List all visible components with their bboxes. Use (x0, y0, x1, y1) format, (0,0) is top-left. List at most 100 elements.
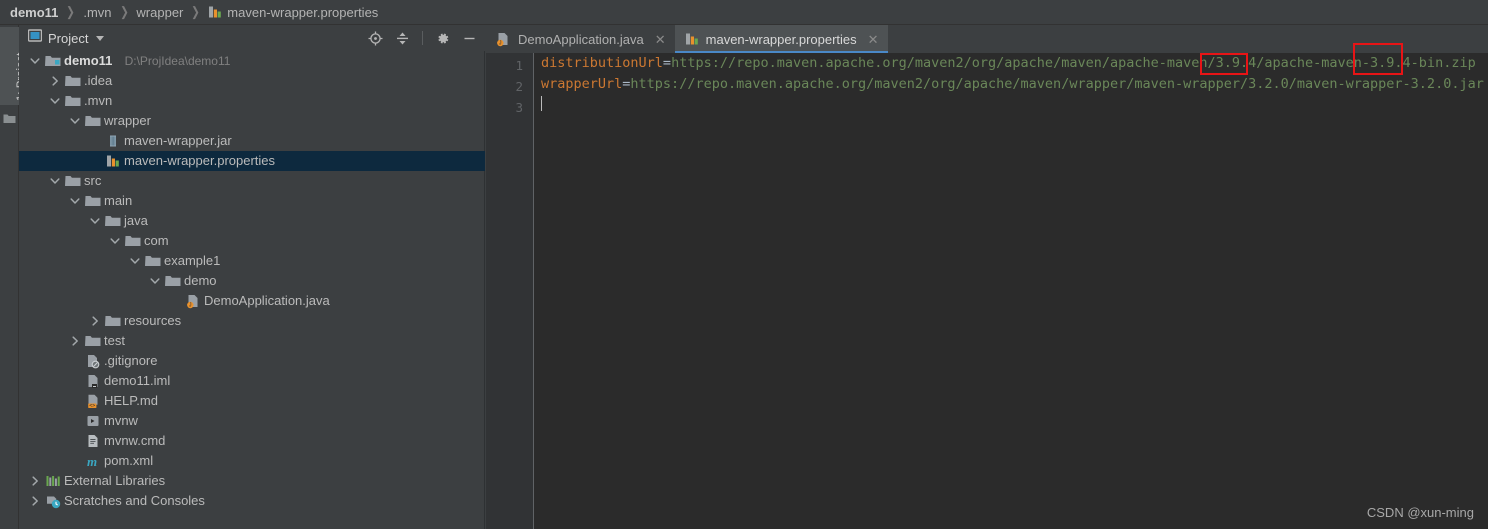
properties-file-icon (105, 151, 121, 171)
close-icon[interactable]: ✕ (868, 33, 879, 46)
jar-file-icon (105, 131, 121, 151)
tree-node-label: demo11.iml (104, 373, 171, 388)
markdown-file-icon: <> (85, 391, 101, 411)
tree-node--mvn[interactable]: .mvn (19, 91, 485, 111)
source-folder-icon (65, 171, 81, 191)
chevron-right-icon[interactable] (89, 311, 101, 331)
tree-node-label: maven-wrapper.properties (124, 153, 276, 168)
tree-node--gitignore[interactable]: .gitignore (19, 351, 485, 371)
tree-node-help-md[interactable]: <> HELP.md (19, 391, 485, 411)
tree-node-demoapplication-java[interactable]: J DemoApplication.java (19, 291, 485, 311)
tree-node-scratches-and-consoles[interactable]: Scratches and Consoles (19, 491, 485, 511)
breadcrumb: demo11 ❯ .mvn ❯ wrapper ❯ maven-wrapper.proper… (0, 0, 1488, 25)
tree-node-mvnw-cmd[interactable]: mvnw.cmd (19, 431, 485, 451)
tree-node-pom-xml[interactable]: m pom.xml (19, 451, 485, 471)
tree-node-label: mvnw (104, 413, 138, 428)
code-line[interactable]: wrapperUrl=https://repo.maven.apache.org… (541, 74, 1488, 95)
properties-file-icon (685, 32, 699, 46)
chevron-down-icon[interactable] (49, 91, 61, 111)
chevron-right-icon[interactable] (29, 491, 41, 511)
gutter-separator (533, 53, 534, 529)
tree-node-com[interactable]: com (19, 231, 485, 251)
collapse-all-icon[interactable] (395, 31, 410, 46)
code-line-empty[interactable] (541, 95, 1488, 116)
folder-icon (85, 111, 101, 131)
toolbar-divider (422, 31, 423, 45)
chevron-right-icon[interactable] (69, 331, 81, 351)
tree-node-resources[interactable]: resources (19, 311, 485, 331)
property-value: https://repo.maven.apache.org/maven2/org… (630, 76, 1484, 92)
tree-node-demo11[interactable]: demo11 D:\ProjIdea\demo11 (19, 51, 485, 71)
select-opened-file-icon[interactable] (368, 31, 383, 46)
breadcrumb-label: wrapper (136, 4, 184, 20)
chevron-down-icon[interactable] (129, 251, 141, 271)
chevron-right-icon[interactable] (49, 71, 61, 91)
folder-icon (125, 231, 141, 251)
maven-pom-icon: m (85, 451, 101, 471)
tree-node--idea[interactable]: .idea (19, 71, 485, 91)
minimize-icon[interactable] (462, 31, 477, 46)
properties-file-icon (208, 5, 222, 19)
project-folder-icon (3, 111, 16, 129)
line-number: 2 (515, 79, 523, 94)
tree-node-label: mvnw.cmd (104, 433, 166, 448)
libraries-icon (45, 471, 61, 491)
project-panel-title-group[interactable]: Project (27, 29, 105, 47)
folder-icon (105, 211, 121, 231)
tree-node-main[interactable]: main (19, 191, 485, 211)
chevron-down-icon[interactable] (89, 211, 101, 231)
folder-icon (65, 91, 81, 111)
tree-node-test[interactable]: test (19, 331, 485, 351)
tree-node-demo11-iml[interactable]: demo11.iml (19, 371, 485, 391)
tree-node-src[interactable]: src (19, 171, 485, 191)
tree-node-label: demo11 (64, 53, 113, 68)
module-icon (45, 51, 61, 71)
gear-icon[interactable] (435, 31, 450, 46)
chevron-down-icon[interactable] (29, 51, 41, 71)
java-class-icon: J (185, 291, 201, 311)
breadcrumb-item-maven-wrapper-properties[interactable]: maven-wrapper.properties (208, 5, 378, 20)
chevron-down-icon[interactable] (49, 171, 61, 191)
watermark-text: CSDN @xun-ming (1366, 505, 1474, 520)
chevron-down-icon[interactable] (69, 191, 81, 211)
chevron-down-icon[interactable] (149, 271, 161, 291)
tree-node-wrapper[interactable]: wrapper (19, 111, 485, 131)
editor-code-area[interactable]: 123 distributionUrl=https://repo.maven.a… (486, 53, 1488, 529)
project-panel-toolbar (368, 25, 477, 51)
breadcrumb-item--mvn[interactable]: .mvn (83, 5, 111, 20)
tree-node-label: .idea (84, 73, 113, 88)
editor-tab-maven-wrapper-properties[interactable]: maven-wrapper.properties ✕ (674, 25, 888, 53)
folder-icon (65, 71, 81, 91)
tree-node-label: java (124, 213, 148, 228)
tree-node-maven-wrapper-jar[interactable]: maven-wrapper.jar (19, 131, 485, 151)
editor-text[interactable]: distributionUrl=https://repo.maven.apach… (541, 53, 1488, 529)
breadcrumb-item-demo11[interactable]: demo11 (10, 5, 58, 20)
folder-icon (105, 311, 121, 331)
tree-node-maven-wrapper-properties[interactable]: maven-wrapper.properties (19, 151, 485, 171)
editor-tab-label: maven-wrapper.properties (705, 31, 857, 47)
tree-node-external-libraries[interactable]: External Libraries (19, 471, 485, 491)
intellij-idea-window: demo11 ❯ .mvn ❯ wrapper ❯ maven-wrapper.proper… (0, 0, 1488, 529)
tree-node-java[interactable]: java (19, 211, 485, 231)
chevron-down-icon[interactable] (69, 111, 81, 131)
tree-node-example1[interactable]: example1 (19, 251, 485, 271)
code-line[interactable]: distributionUrl=https://repo.maven.apach… (541, 53, 1488, 74)
chevron-right-icon[interactable] (29, 471, 41, 491)
folder-icon (85, 191, 101, 211)
editor-tab-label: DemoApplication.java (518, 31, 644, 47)
breadcrumb-item-wrapper[interactable]: wrapper (136, 5, 183, 20)
close-icon[interactable]: ✕ (655, 33, 666, 46)
editor-tab-demoapplication-java[interactable]: J DemoApplication.java ✕ (486, 25, 675, 53)
project-view-icon (27, 29, 43, 47)
tree-node-label: DemoApplication.java (204, 293, 330, 308)
editor-gutter: 1 2 3 (486, 53, 533, 529)
chevron-down-icon[interactable] (96, 35, 105, 41)
tree-node-mvnw[interactable]: mvnw (19, 411, 485, 431)
tree-node-label: example1 (164, 253, 221, 268)
project-tree[interactable]: demo11 D:\ProjIdea\demo11 .idea .mvn wrapper… (19, 51, 485, 529)
chevron-down-icon[interactable] (109, 231, 121, 251)
tree-node-label: maven-wrapper.jar (124, 133, 232, 148)
tree-node-path: D:\ProjIdea\demo11 (124, 54, 231, 68)
tree-node-demo[interactable]: demo (19, 271, 485, 291)
folder-icon (165, 271, 181, 291)
